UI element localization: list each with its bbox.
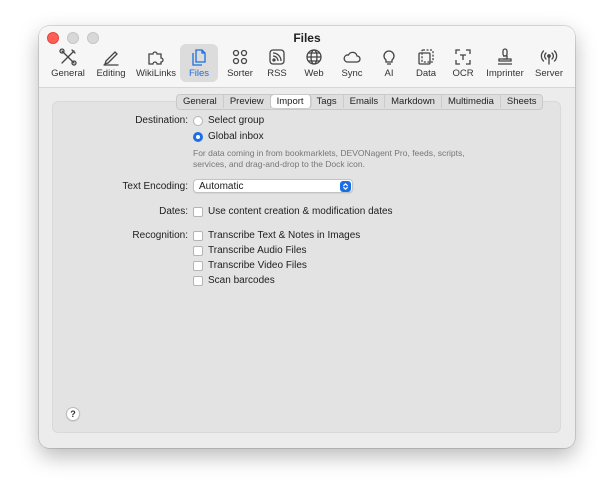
tab-preview[interactable]: Preview bbox=[224, 95, 271, 108]
option-label: Transcribe Audio Files bbox=[208, 245, 307, 256]
recognition-label: Recognition: bbox=[132, 230, 188, 241]
help-button[interactable]: ? bbox=[66, 407, 80, 421]
option-label: Use content creation & modification date… bbox=[208, 206, 393, 217]
toolbar-item-wikilinks[interactable]: WikiLinks bbox=[133, 44, 179, 82]
toolbar-item-files[interactable]: Files bbox=[180, 44, 218, 82]
toolbar-label: Editing bbox=[96, 68, 126, 79]
checkbox[interactable] bbox=[193, 230, 203, 241]
option-label: Select group bbox=[208, 115, 265, 126]
toolbar-label: WikiLinks bbox=[135, 68, 177, 79]
globe-icon bbox=[303, 47, 325, 67]
toolbar-label: General bbox=[51, 68, 85, 79]
destination-label: Destination: bbox=[135, 115, 188, 126]
tab-markdown[interactable]: Markdown bbox=[385, 95, 442, 108]
toolbar-label: Web bbox=[304, 68, 324, 79]
tab-emails[interactable]: Emails bbox=[344, 95, 386, 108]
toolbar-label: AI bbox=[384, 68, 394, 79]
use-content-dates-option[interactable]: Use content creation & modification date… bbox=[193, 206, 393, 217]
toolbar-label: Server bbox=[535, 68, 563, 79]
tab-import[interactable]: Import bbox=[270, 95, 311, 108]
toolbar-item-ocr[interactable]: OCR bbox=[448, 44, 478, 82]
toolbar-item-web[interactable]: Web bbox=[299, 44, 329, 82]
toolbar-item-imprinter[interactable]: Imprinter bbox=[484, 44, 526, 82]
transcribe-video-option[interactable]: Transcribe Video Files bbox=[193, 260, 307, 271]
transcribe-audio-option[interactable]: Transcribe Audio Files bbox=[193, 245, 307, 256]
chevron-up-down-icon bbox=[340, 181, 351, 192]
option-label: Transcribe Video Files bbox=[208, 260, 307, 271]
destination-note: For data coming in from bookmarklets, DE… bbox=[193, 148, 465, 169]
sorter-icon bbox=[229, 47, 251, 67]
toolbar-item-ai[interactable]: AI bbox=[374, 44, 404, 82]
toolbar-label: Sorter bbox=[227, 68, 253, 79]
tab-sheets[interactable]: Sheets bbox=[501, 95, 543, 108]
pencil-icon bbox=[100, 47, 122, 67]
tab-multimedia[interactable]: Multimedia bbox=[442, 95, 501, 108]
radio-button[interactable] bbox=[193, 115, 203, 126]
toolbar-item-sorter[interactable]: Sorter bbox=[223, 44, 257, 82]
lightbulb-icon bbox=[378, 47, 400, 67]
data-icon bbox=[415, 47, 437, 67]
radio-button-selected[interactable] bbox=[193, 131, 203, 142]
toolbar-label: Files bbox=[188, 68, 210, 79]
text-encoding-value: Automatic bbox=[199, 181, 244, 192]
toolbar-label: Imprinter bbox=[486, 68, 524, 79]
checkbox[interactable] bbox=[193, 206, 203, 217]
destination-select-group-option[interactable]: Select group bbox=[193, 115, 264, 126]
files-icon bbox=[188, 47, 210, 67]
checkbox[interactable] bbox=[193, 275, 203, 286]
toolbar-item-rss[interactable]: RSS bbox=[262, 44, 292, 82]
segmented-tab-bar: General Preview Import Tags Emails Markd… bbox=[176, 94, 544, 110]
toolbar-item-general[interactable]: General bbox=[47, 44, 89, 82]
toolbar-label: RSS bbox=[267, 68, 287, 79]
toolbar-item-server[interactable]: Server bbox=[531, 44, 567, 82]
tab-general[interactable]: General bbox=[177, 95, 224, 108]
toolbar-label: Sync bbox=[341, 68, 363, 79]
toolbar-label: Data bbox=[415, 68, 437, 79]
titlebar: Files General Editing WikiLinks Files So… bbox=[39, 26, 575, 88]
toolbar-item-data[interactable]: Data bbox=[411, 44, 441, 82]
preferences-window: Files General Editing WikiLinks Files So… bbox=[39, 26, 575, 448]
option-label: Global inbox bbox=[208, 131, 264, 142]
stamp-icon bbox=[494, 47, 516, 67]
toolbar-item-editing[interactable]: Editing bbox=[94, 44, 128, 82]
tools-icon bbox=[57, 47, 79, 67]
scan-barcodes-option[interactable]: Scan barcodes bbox=[193, 275, 275, 286]
toolbar-item-sync[interactable]: Sync bbox=[337, 44, 367, 82]
antenna-icon bbox=[538, 47, 560, 67]
window-title: Files bbox=[293, 31, 321, 45]
text-encoding-popup[interactable]: Automatic bbox=[193, 179, 353, 193]
puzzle-icon bbox=[145, 47, 167, 67]
cloud-icon bbox=[341, 47, 363, 67]
text-encoding-label: Text Encoding: bbox=[122, 181, 188, 192]
transcribe-text-images-option[interactable]: Transcribe Text & Notes in Images bbox=[193, 230, 360, 241]
toolbar-label: OCR bbox=[452, 68, 474, 79]
tab-tags[interactable]: Tags bbox=[311, 95, 344, 108]
option-label: Scan barcodes bbox=[208, 275, 275, 286]
ocr-icon bbox=[452, 47, 474, 67]
checkbox[interactable] bbox=[193, 245, 203, 256]
option-label: Transcribe Text & Notes in Images bbox=[208, 230, 361, 241]
checkbox[interactable] bbox=[193, 260, 203, 271]
rss-icon bbox=[266, 47, 288, 67]
dates-label: Dates: bbox=[159, 206, 188, 217]
destination-global-inbox-option[interactable]: Global inbox bbox=[193, 131, 264, 142]
